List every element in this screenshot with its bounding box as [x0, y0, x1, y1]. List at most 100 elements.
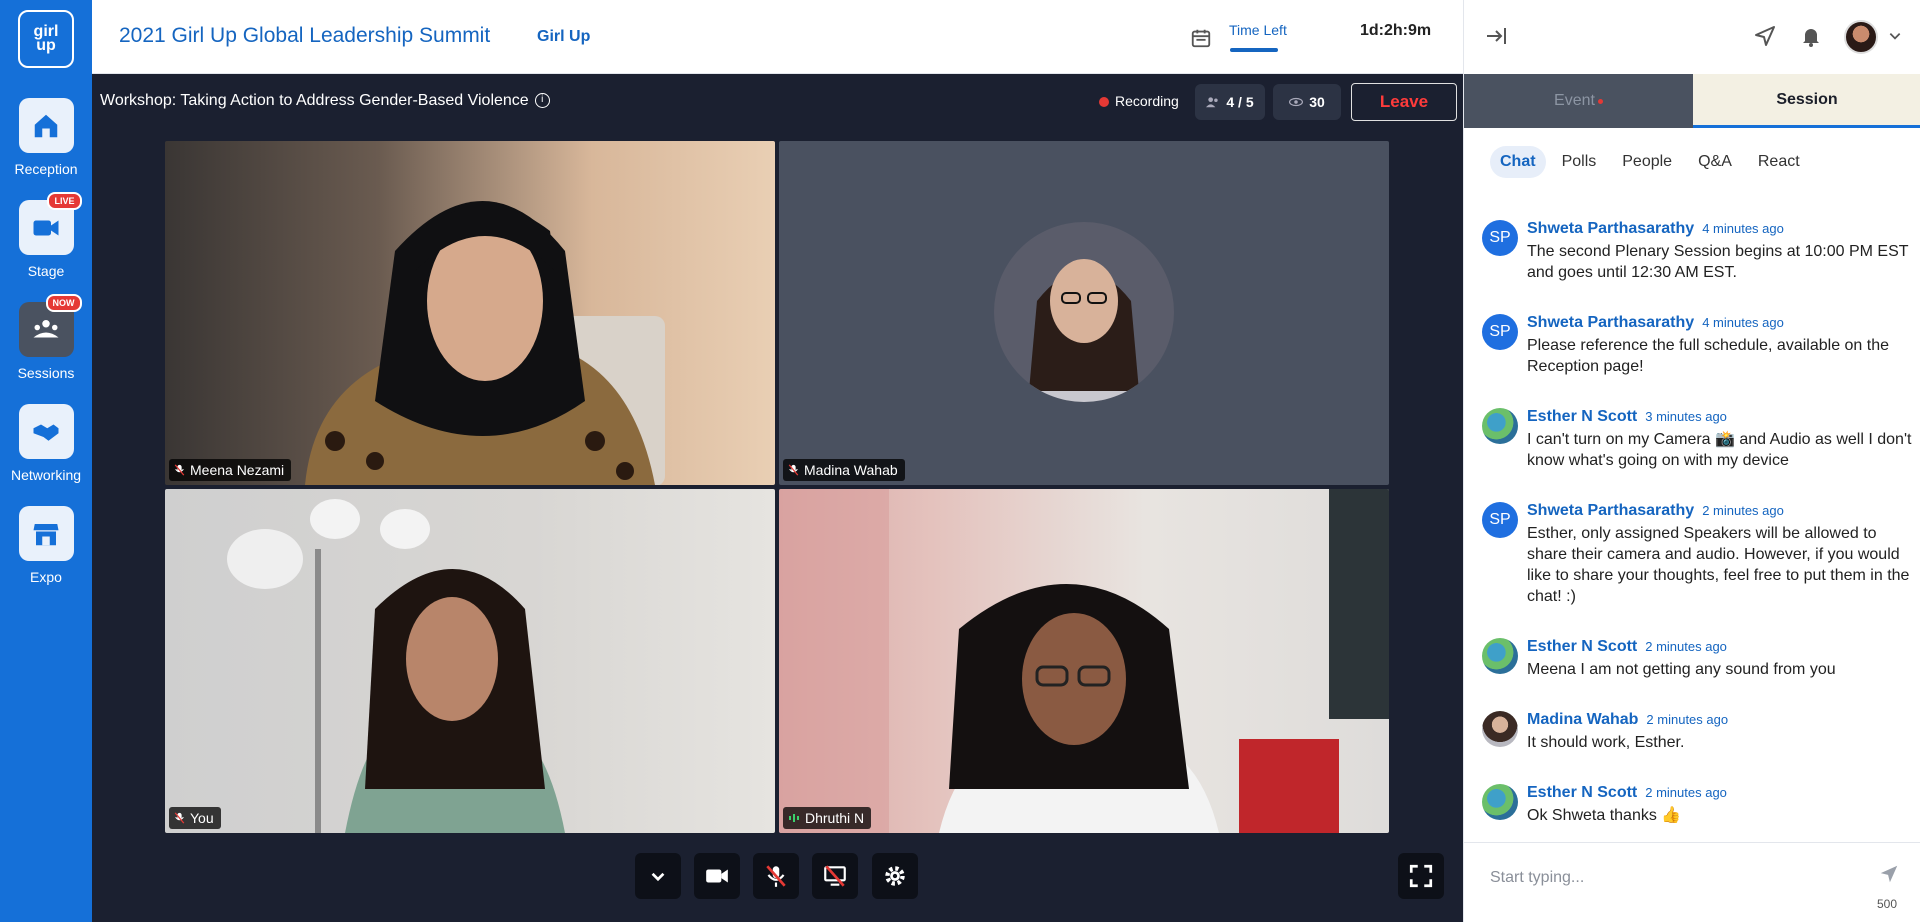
people-icon [1206, 97, 1219, 108]
panel-subtabs: Chat Polls People Q&A React [1490, 146, 1810, 178]
top-bar: 2021 Girl Up Global Leadership Summit Gi… [92, 0, 1463, 74]
session-header: Workshop: Taking Action to Address Gende… [92, 74, 1463, 128]
fullscreen-button[interactable] [1398, 853, 1444, 899]
message-author-name: Shweta Parthasarathy [1527, 220, 1695, 237]
chat-input[interactable] [1490, 863, 1850, 893]
viewers-count-pill[interactable]: 30 [1273, 84, 1341, 120]
expo-button[interactable] [18, 506, 74, 561]
stage-button[interactable]: LIVE [18, 192, 82, 255]
mic-toggle-button[interactable] [753, 853, 799, 899]
message-author[interactable]: Shweta Parthasarathy 4 minutes ago [1527, 314, 1784, 332]
avatar[interactable]: SP [1482, 220, 1518, 256]
rail-item-reception[interactable]: Reception [0, 98, 92, 177]
avatar[interactable] [1482, 784, 1518, 820]
org-link[interactable]: Girl Up [537, 28, 590, 46]
participant-video-you [227, 499, 565, 833]
message-author[interactable]: Shweta Parthasarathy 4 minutes ago [1527, 220, 1784, 238]
rail-item-networking[interactable]: Networking [0, 404, 92, 483]
audio-active-icon [789, 814, 799, 822]
app-window: girl up Reception LIVE Stage NOW Sessions [0, 0, 1920, 922]
event-title: 2021 Girl Up Global Leadership Summit [119, 24, 491, 47]
participant-name-meena: Meena Nezami [190, 462, 285, 478]
settings-button[interactable] [872, 853, 918, 899]
participant-name-dhruthi: Dhruthi N [805, 810, 865, 826]
avatar[interactable] [1482, 408, 1518, 444]
handshake-icon [33, 424, 59, 441]
participant-video-dhruthi [779, 489, 1389, 833]
countdown-timer: 1d:2h:9m [1360, 22, 1432, 39]
leave-button[interactable]: Leave [1351, 83, 1457, 121]
video-camera-icon [33, 220, 59, 235]
info-icon[interactable]: i [534, 93, 550, 109]
my-avatar[interactable] [1844, 20, 1878, 54]
mic-off-icon [788, 464, 799, 476]
send-icon[interactable] [1878, 863, 1900, 885]
left-nav-rail: girl up Reception LIVE Stage NOW Sessions [0, 0, 92, 922]
message-text: I can't turn on my Camera 📸 and Audio as… [1527, 431, 1912, 469]
video-tile-dhruthi[interactable]: Dhruthi N [779, 489, 1389, 833]
avatar[interactable] [1482, 711, 1518, 747]
more-options-button[interactable] [635, 853, 681, 899]
message-text: It should work, Esther. [1527, 734, 1685, 751]
tab-session[interactable]: Session [1693, 74, 1920, 128]
message-time: 2 minutes ago [1645, 785, 1727, 800]
rail-label-reception: Reception [14, 161, 78, 177]
rail-label-expo: Expo [30, 569, 62, 585]
speakers-count: 4 / 5 [1226, 94, 1254, 110]
message-author-name: Esther N Scott [1527, 408, 1638, 425]
participant-avatar-madina [994, 222, 1174, 402]
time-left-label: Time Left [1229, 22, 1287, 38]
fullscreen-icon [1409, 864, 1433, 888]
message-author-name: Shweta Parthasarathy [1527, 314, 1695, 331]
collapse-panel-icon[interactable] [1484, 24, 1508, 48]
session-title-text: Workshop: Taking Action to Address Gende… [100, 92, 529, 109]
camera-toggle-button[interactable] [694, 853, 740, 899]
message-text: Please reference the full schedule, avai… [1527, 337, 1890, 375]
screen-share-button[interactable] [812, 853, 858, 899]
message-author[interactable]: Esther N Scott 2 minutes ago [1527, 638, 1727, 656]
message-author[interactable]: Shweta Parthasarathy 2 minutes ago [1527, 502, 1784, 520]
video-tile-you[interactable]: You [165, 489, 775, 833]
subtab-people[interactable]: People [1612, 146, 1682, 178]
chevron-down-icon[interactable] [1888, 29, 1902, 43]
reception-button[interactable] [18, 98, 74, 153]
now-badge: NOW [45, 294, 82, 312]
message-author[interactable]: Madina Wahab 2 minutes ago [1527, 711, 1728, 729]
message-author-name: Shweta Parthasarathy [1527, 502, 1695, 519]
rail-label-stage: Stage [27, 263, 65, 279]
bell-icon[interactable] [1799, 24, 1823, 48]
message-author[interactable]: Esther N Scott 3 minutes ago [1527, 408, 1727, 426]
tab-event[interactable]: Event [1464, 74, 1693, 128]
message-time: 2 minutes ago [1702, 503, 1784, 518]
subtab-chat[interactable]: Chat [1490, 146, 1546, 178]
char-limit-counter: 500 [1877, 897, 1898, 911]
message-text: Meena I am not getting any sound from yo… [1527, 661, 1836, 678]
girl-up-logo[interactable]: girl up [18, 10, 74, 68]
calendar-icon[interactable] [1190, 27, 1212, 49]
home-icon [34, 114, 58, 137]
mic-off-icon [174, 812, 185, 824]
time-left-underline [1230, 48, 1278, 52]
avatar[interactable] [1482, 638, 1518, 674]
sessions-button[interactable]: NOW [18, 294, 82, 357]
chevron-down-icon [651, 872, 665, 882]
message-author[interactable]: Esther N Scott 2 minutes ago [1527, 784, 1727, 802]
video-tile-meena[interactable]: Meena Nezami [165, 141, 775, 485]
avatar[interactable]: SP [1482, 502, 1518, 538]
subtab-qa[interactable]: Q&A [1688, 146, 1742, 178]
avatar[interactable]: SP [1482, 314, 1518, 350]
rail-item-sessions[interactable]: NOW Sessions [0, 294, 92, 381]
speakers-count-pill[interactable]: 4 / 5 [1195, 84, 1265, 120]
subtab-react[interactable]: React [1748, 146, 1810, 178]
rail-label-sessions: Sessions [17, 365, 75, 381]
message-text: The second Plenary Session begins at 10:… [1527, 243, 1909, 281]
send-message-icon[interactable] [1753, 24, 1777, 48]
networking-button[interactable] [18, 404, 74, 459]
video-tile-madina[interactable]: Madina Wahab [779, 141, 1389, 485]
rail-item-expo[interactable]: Expo [0, 506, 92, 585]
subtab-polls[interactable]: Polls [1552, 146, 1607, 178]
name-tag-you: You [169, 807, 221, 829]
rail-item-stage[interactable]: LIVE Stage [0, 192, 92, 279]
storefront-icon [33, 523, 59, 545]
message-time: 4 minutes ago [1702, 315, 1784, 330]
